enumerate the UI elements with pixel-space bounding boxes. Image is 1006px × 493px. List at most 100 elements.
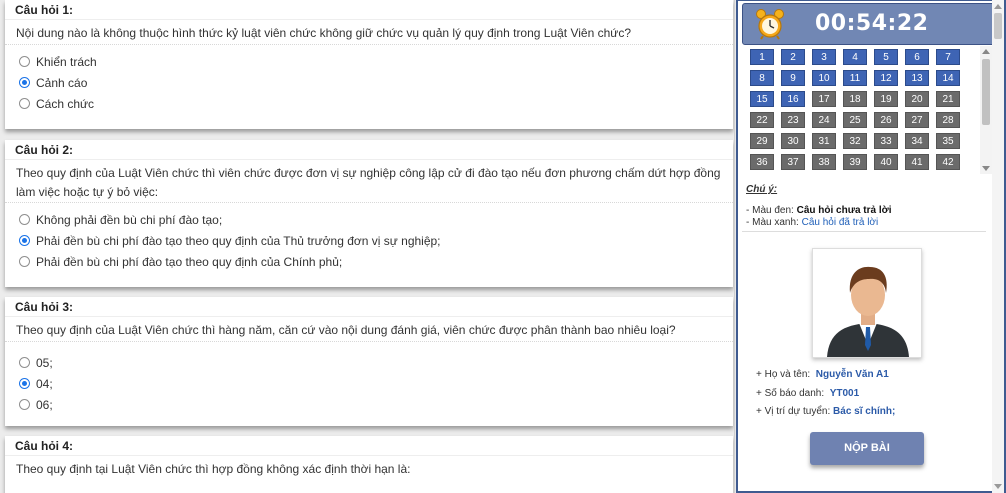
question-nav-17[interactable]: 17 bbox=[812, 91, 836, 107]
question-navigator[interactable]: 1 2 3 4 5 6 7 8 9 10 11 12 13 14 15 16 17 18 19 20 21 22 23 24 2… bbox=[750, 49, 982, 173]
question-nav-9[interactable]: 9 bbox=[781, 70, 805, 86]
scroll-thumb[interactable] bbox=[982, 59, 990, 125]
exam-sidebar: 00:54:22 1 2 3 4 5 6 7 8 9 10 11 12 13 14 15 16 17 18 19 20… bbox=[736, 0, 1006, 493]
question-nav-11[interactable]: 11 bbox=[843, 70, 867, 86]
question-nav-33[interactable]: 33 bbox=[874, 133, 898, 149]
question-nav-37[interactable]: 37 bbox=[781, 154, 805, 170]
question-nav-26[interactable]: 26 bbox=[874, 112, 898, 128]
question-nav-7[interactable]: 7 bbox=[936, 49, 960, 65]
radio-button-selected[interactable] bbox=[19, 77, 30, 88]
radio-button[interactable] bbox=[19, 357, 30, 368]
question-title: Câu hỏi 2: bbox=[5, 140, 733, 160]
question-nav-30[interactable]: 30 bbox=[781, 133, 805, 149]
question-nav-24[interactable]: 24 bbox=[812, 112, 836, 128]
scroll-up-arrow-icon[interactable] bbox=[994, 4, 1002, 9]
question-nav-4[interactable]: 4 bbox=[843, 49, 867, 65]
question-nav-15[interactable]: 15 bbox=[750, 91, 774, 107]
question-nav-41[interactable]: 41 bbox=[905, 154, 929, 170]
scroll-up-arrow-icon[interactable] bbox=[982, 49, 990, 54]
radio-button[interactable] bbox=[19, 214, 30, 225]
option-label: 04; bbox=[36, 376, 53, 391]
question-nav-27[interactable]: 27 bbox=[905, 112, 929, 128]
name-label: Họ và tên: bbox=[764, 369, 811, 380]
question-nav-19[interactable]: 19 bbox=[874, 91, 898, 107]
legend-answered: Câu hỏi đã trả lời bbox=[801, 217, 879, 228]
question-nav-40[interactable]: 40 bbox=[874, 154, 898, 170]
option-label: 06; bbox=[36, 397, 53, 412]
option-label: Phải đền bù chi phí đào tạo theo quy địn… bbox=[36, 233, 441, 248]
radio-button[interactable] bbox=[19, 98, 30, 109]
id-value: YT001 bbox=[829, 388, 860, 399]
legend: Chú ý: - Màu đen: Câu hỏi chưa trả lời -… bbox=[746, 184, 992, 229]
question-nav-14[interactable]: 14 bbox=[936, 70, 960, 86]
navigator-scrollbar[interactable] bbox=[980, 46, 992, 174]
question-text: Theo quy định của Luật Viên chức thì hàn… bbox=[5, 317, 733, 342]
question-nav-8[interactable]: 8 bbox=[750, 70, 774, 86]
question-nav-29[interactable]: 29 bbox=[750, 133, 774, 149]
timer-panel: 00:54:22 bbox=[742, 3, 995, 45]
option-1-1[interactable]: Khiển trách bbox=[19, 51, 733, 72]
question-nav-6[interactable]: 6 bbox=[905, 49, 929, 65]
question-nav-36[interactable]: 36 bbox=[750, 154, 774, 170]
legend-title: Chú ý: bbox=[746, 184, 778, 195]
question-nav-12[interactable]: 12 bbox=[874, 70, 898, 86]
question-nav-34[interactable]: 34 bbox=[905, 133, 929, 149]
question-nav-5[interactable]: 5 bbox=[874, 49, 898, 65]
question-pane[interactable]: Câu hỏi 1: Nội dung nào là không thuộc h… bbox=[0, 0, 735, 493]
question-nav-1[interactable]: 1 bbox=[750, 49, 774, 65]
question-nav-28[interactable]: 28 bbox=[936, 112, 960, 128]
divider bbox=[742, 231, 986, 232]
legend-unanswered: Câu hỏi chưa trả lời bbox=[796, 205, 892, 216]
question-nav-25[interactable]: 25 bbox=[843, 112, 867, 128]
question-nav-3[interactable]: 3 bbox=[812, 49, 836, 65]
question-nav-42[interactable]: 42 bbox=[936, 154, 960, 170]
question-nav-31[interactable]: 31 bbox=[812, 133, 836, 149]
question-card-4: Câu hỏi 4: Theo quy định tại Luật Viên c… bbox=[5, 436, 733, 493]
option-3-3[interactable]: 06; bbox=[19, 394, 733, 415]
id-label: Số báo danh: bbox=[764, 388, 825, 399]
option-label: Khiển trách bbox=[36, 54, 97, 69]
question-card-1: Câu hỏi 1: Nội dung nào là không thuộc h… bbox=[5, 0, 733, 129]
radio-button-selected[interactable] bbox=[19, 235, 30, 246]
question-title: Câu hỏi 4: bbox=[5, 436, 733, 456]
info-id: + Số báo danh: YT001 bbox=[756, 388, 860, 399]
option-3-1[interactable]: 05; bbox=[19, 352, 733, 373]
legend-prefix: - Màu đen: bbox=[746, 205, 797, 216]
position-value: Bác sĩ chính; bbox=[833, 406, 896, 417]
question-nav-18[interactable]: 18 bbox=[843, 91, 867, 107]
info-name: + Họ và tên: Nguyễn Văn A1 bbox=[756, 369, 889, 380]
name-value: Nguyễn Văn A1 bbox=[815, 369, 889, 380]
radio-button[interactable] bbox=[19, 256, 30, 267]
question-nav-20[interactable]: 20 bbox=[905, 91, 929, 107]
page-scrollbar[interactable] bbox=[992, 0, 1004, 493]
question-nav-38[interactable]: 38 bbox=[812, 154, 836, 170]
option-2-1[interactable]: Không phải đền bù chi phí đào tạo; bbox=[19, 209, 733, 230]
option-3-2[interactable]: 04; bbox=[19, 373, 733, 394]
question-nav-21[interactable]: 21 bbox=[936, 91, 960, 107]
avatar bbox=[812, 248, 922, 358]
question-nav-10[interactable]: 10 bbox=[812, 70, 836, 86]
legend-prefix: - Màu xanh: bbox=[746, 217, 802, 228]
scroll-thumb[interactable] bbox=[994, 13, 1002, 39]
question-nav-23[interactable]: 23 bbox=[781, 112, 805, 128]
question-nav-32[interactable]: 32 bbox=[843, 133, 867, 149]
scroll-down-arrow-icon[interactable] bbox=[982, 166, 990, 171]
option-1-3[interactable]: Cách chức bbox=[19, 93, 733, 114]
question-nav-35[interactable]: 35 bbox=[936, 133, 960, 149]
position-label: Vị trí dự tuyển: bbox=[764, 406, 831, 417]
radio-button[interactable] bbox=[19, 56, 30, 67]
question-nav-39[interactable]: 39 bbox=[843, 154, 867, 170]
option-1-2[interactable]: Cảnh cáo bbox=[19, 72, 733, 93]
question-title: Câu hỏi 3: bbox=[5, 297, 733, 317]
option-2-3[interactable]: Phải đền bù chi phí đào tạo theo quy địn… bbox=[19, 251, 733, 272]
radio-button[interactable] bbox=[19, 399, 30, 410]
question-nav-16[interactable]: 16 bbox=[781, 91, 805, 107]
question-nav-2[interactable]: 2 bbox=[781, 49, 805, 65]
radio-button-selected[interactable] bbox=[19, 378, 30, 389]
scroll-down-arrow-icon[interactable] bbox=[994, 484, 1002, 489]
submit-button[interactable]: NỘP BÀI bbox=[810, 432, 924, 465]
info-position: + Vị trí dự tuyển: Bác sĩ chính; bbox=[756, 406, 896, 417]
option-2-2[interactable]: Phải đền bù chi phí đào tạo theo quy địn… bbox=[19, 230, 733, 251]
question-nav-13[interactable]: 13 bbox=[905, 70, 929, 86]
question-nav-22[interactable]: 22 bbox=[750, 112, 774, 128]
